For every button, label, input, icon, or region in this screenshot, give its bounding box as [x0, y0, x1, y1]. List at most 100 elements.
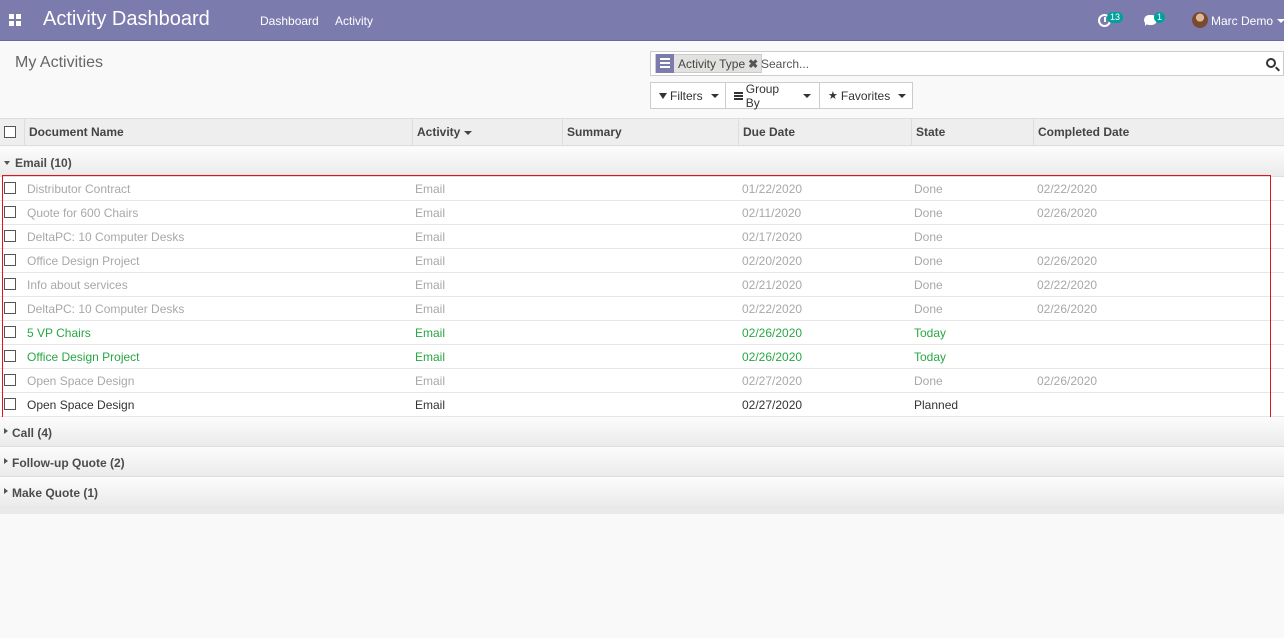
- row-checkbox[interactable]: [4, 326, 16, 338]
- cell-due-date: 02/11/2020: [742, 206, 802, 220]
- cell-state: Done: [914, 374, 943, 388]
- cell-activity: Email: [415, 206, 446, 220]
- column-state[interactable]: State: [911, 119, 1034, 146]
- row-checkbox[interactable]: [4, 206, 16, 218]
- cell-activity: Email: [415, 230, 446, 244]
- message-count-badge: 1: [1154, 12, 1166, 23]
- cell-state: Today: [914, 326, 947, 340]
- cell-document-name: 5 VP Chairs: [27, 326, 91, 340]
- table-row[interactable]: Quote for 600 Chairs Email 02/11/2020 Done 0…: [0, 201, 1284, 225]
- caret-right-icon: [4, 488, 8, 494]
- group-by-label: Group By: [745, 81, 780, 110]
- table-row[interactable]: DeltaPC: 10 Computer Desks Email 02/17/202…: [0, 225, 1284, 249]
- table-row[interactable]: DeltaPC: 10 Computer Desks Email 02/22/202…: [0, 297, 1284, 321]
- cell-state: Done: [914, 278, 943, 292]
- group-row-follow-up-quote[interactable]: Follow-up Quote (2): [0, 447, 1284, 477]
- cell-completed-date: 02/22/2020: [1037, 182, 1098, 196]
- column-activity[interactable]: Activity: [412, 119, 563, 146]
- column-completed-date[interactable]: Completed Date: [1033, 119, 1284, 146]
- table-row[interactable]: 5 VP Chairs Email 02/26/2020 Today: [0, 321, 1284, 345]
- cell-completed-date: 02/26/2020: [1037, 374, 1098, 388]
- cell-due-date: 02/17/2020: [742, 230, 803, 244]
- cell-state: Done: [914, 230, 943, 244]
- cell-document-name: DeltaPC: 10 Computer Desks: [27, 302, 185, 316]
- sort-desc-icon: [464, 130, 473, 135]
- cell-state: Planned: [914, 398, 959, 412]
- row-checkbox[interactable]: [4, 374, 16, 386]
- menu-dashboard[interactable]: Dashboard: [260, 14, 319, 28]
- cell-due-date: 02/21/2020: [742, 278, 803, 292]
- caret-down-icon: [4, 161, 10, 165]
- group-label: Make Quote (1): [12, 486, 99, 500]
- cell-due-date: 02/27/2020: [742, 374, 803, 388]
- group-row-email[interactable]: Email (10): [0, 147, 1284, 177]
- row-checkbox[interactable]: [4, 182, 16, 194]
- cell-due-date: 02/26/2020: [742, 326, 803, 340]
- cell-activity: Email: [415, 398, 446, 412]
- table-row[interactable]: Office Design Project Email 02/20/2020 Done…: [0, 249, 1284, 273]
- cell-due-date: 01/22/2020: [742, 182, 803, 196]
- column-summary[interactable]: Summary: [562, 119, 739, 146]
- search-facet: Activity Type ✖: [655, 54, 763, 73]
- filters-button[interactable]: Filters: [650, 82, 726, 109]
- cell-completed-date: 02/26/2020: [1037, 254, 1098, 268]
- menu-activity[interactable]: Activity: [335, 14, 373, 28]
- cell-completed-date: 02/22/2020: [1037, 278, 1098, 292]
- cell-state: Today: [914, 350, 947, 364]
- table-row[interactable]: Info about services Email 02/21/2020 Done 02…: [0, 273, 1284, 297]
- cell-due-date: 02/26/2020: [742, 350, 803, 364]
- activity-count-badge: 13: [1107, 12, 1124, 23]
- cell-document-name: Office Design Project: [27, 254, 140, 268]
- table-row[interactable]: Open Space Design Email 02/27/2020 Done 02/2…: [0, 369, 1284, 393]
- row-checkbox[interactable]: [4, 302, 16, 314]
- app-title: Activity Dashboard: [43, 8, 210, 30]
- chevron-down-icon: [710, 93, 719, 98]
- chevron-down-icon: [898, 93, 907, 98]
- user-menu-caret-icon[interactable]: [1277, 19, 1284, 23]
- search-input[interactable]: [761, 52, 1251, 75]
- apps-menu-icon[interactable]: [9, 14, 21, 26]
- group-label: Email (10): [15, 156, 72, 170]
- cell-state: Done: [914, 302, 943, 316]
- facet-remove-icon[interactable]: ✖: [748, 57, 761, 71]
- column-due-date[interactable]: Due Date: [738, 119, 912, 146]
- search-icon[interactable]: [1266, 58, 1276, 68]
- cell-document-name: DeltaPC: 10 Computer Desks: [27, 230, 185, 244]
- group-row-make-quote[interactable]: Make Quote (1): [0, 477, 1284, 507]
- chevron-down-icon: [803, 93, 811, 98]
- list-icon: [656, 54, 674, 73]
- row-checkbox[interactable]: [4, 398, 16, 410]
- cell-activity: Email: [415, 254, 446, 268]
- page-title: My Activities: [15, 54, 104, 71]
- table-row[interactable]: Office Design Project Email 02/26/2020 Toda…: [0, 345, 1284, 369]
- select-all-checkbox[interactable]: [4, 126, 16, 138]
- avatar[interactable]: [1192, 12, 1208, 28]
- group-row-call[interactable]: Call (4): [0, 417, 1284, 447]
- cell-document-name: Info about services: [27, 278, 128, 292]
- row-checkbox[interactable]: [4, 230, 16, 242]
- column-document-name[interactable]: Document Name: [24, 119, 413, 146]
- table-row[interactable]: Open Space Design Email 02/27/2020 Planned: [0, 393, 1284, 417]
- cell-activity: Email: [415, 326, 446, 340]
- cell-document-name: Distributor Contract: [27, 182, 131, 196]
- favorites-button[interactable]: ★ Favorites: [819, 82, 913, 109]
- facet-label: Activity Type: [678, 56, 746, 71]
- cell-state: Done: [914, 206, 943, 220]
- favorites-label: Favorites: [840, 88, 891, 103]
- cell-document-name: Open Space Design: [27, 398, 135, 412]
- cell-activity: Email: [415, 278, 446, 292]
- cell-completed-date: 02/26/2020: [1037, 302, 1098, 316]
- cell-activity: Email: [415, 350, 446, 364]
- group-label: Follow-up Quote (2): [12, 456, 125, 470]
- row-checkbox[interactable]: [4, 278, 16, 290]
- bars-icon: [734, 91, 743, 100]
- search-bar[interactable]: Activity Type ✖: [650, 51, 1284, 76]
- cell-document-name: Quote for 600 Chairs: [27, 206, 139, 220]
- row-checkbox[interactable]: [4, 350, 16, 362]
- user-menu[interactable]: Marc Demo: [1211, 14, 1273, 28]
- table-row[interactable]: Distributor Contract Email 01/22/2020 Done 0…: [0, 177, 1284, 201]
- group-by-button[interactable]: Group By: [725, 81, 820, 110]
- row-checkbox[interactable]: [4, 254, 16, 266]
- cell-state: Done: [914, 182, 943, 196]
- cell-document-name: Office Design Project: [27, 350, 140, 364]
